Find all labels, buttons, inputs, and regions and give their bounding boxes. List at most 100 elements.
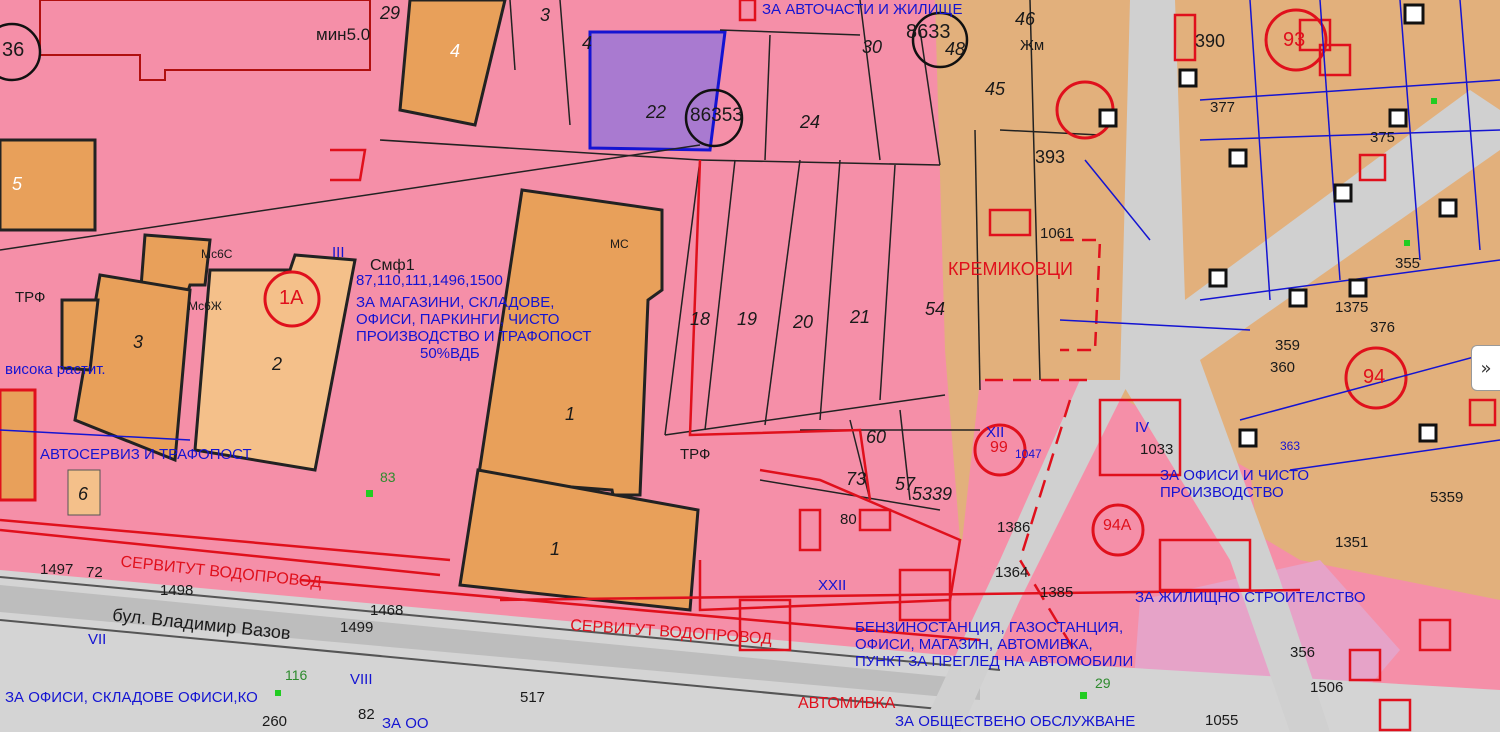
zone-label: 82: [358, 706, 375, 723]
zone-label: 1351: [1335, 534, 1369, 551]
district-label: КРЕМИКОВЦИ: [948, 259, 1073, 279]
zone-label: 29: [1095, 675, 1111, 691]
circle-label: 94: [1363, 366, 1386, 388]
zone-label: 1047: [1015, 447, 1042, 461]
plot-label: 4: [582, 33, 593, 53]
zone-label: 375: [1370, 129, 1396, 146]
zone-label: 360: [1270, 359, 1296, 376]
zone-label: висока растит.: [5, 361, 106, 378]
zone-label: МС: [610, 237, 629, 251]
zone-label: 260: [262, 713, 288, 730]
zone-label: 1061: [1040, 225, 1074, 242]
zone-label: 359: [1275, 337, 1301, 354]
zone-label: ЗА ОО: [382, 715, 429, 732]
zone-label: 50%ВДБ: [420, 345, 480, 362]
zone-label: АВТОМИВКА: [798, 695, 896, 712]
zone-label: 1033: [1140, 441, 1174, 458]
zone-label: VII: [88, 631, 107, 648]
zone-label: 377: [1210, 99, 1236, 116]
zone-label: ЗА АВТОЧАСТИ И ЖИЛИЩЕ: [762, 1, 963, 18]
plot-label: 5339: [912, 484, 953, 504]
zone-label: 94А: [1103, 517, 1132, 534]
zone-label: 87,110,111,1496,1500: [356, 272, 503, 289]
plot-label: 1385: [1040, 584, 1074, 601]
zone-label: 355: [1395, 255, 1421, 272]
building-1-south: [458, 468, 700, 612]
zone-label: Мс6С: [201, 247, 233, 261]
plot-label: 30: [862, 37, 883, 57]
circle-label: 1А: [279, 287, 304, 309]
zone-label: 72: [86, 564, 103, 581]
zone-label: ОФИСИ, ПАРКИНГИ, ЧИСТО: [356, 311, 560, 328]
plot-label: 1468: [370, 602, 404, 619]
plot-label: 60: [866, 427, 887, 447]
plot-label: 5: [12, 174, 23, 194]
zone-label: 363: [1280, 439, 1301, 453]
zone-label: 80: [840, 511, 857, 528]
zone-label: XXII: [818, 577, 847, 594]
zone-label: ЗА МАГАЗИНИ, СКЛАДОВЕ,: [356, 294, 555, 311]
plot-label: 21: [850, 307, 871, 327]
plot-label: 73: [846, 469, 867, 489]
building-number: 3: [133, 332, 144, 352]
plot-label: 517: [520, 689, 546, 706]
plot-label: 1499: [340, 619, 374, 636]
plot-label: 20: [793, 312, 814, 332]
cadastral-map[interactable]: 29 3 4 22 24 30 46 48 45 5 4 18 19 20 21…: [0, 0, 1500, 732]
zone-label: ТРФ: [15, 289, 46, 306]
zone-label: XII: [986, 424, 1005, 441]
plot-label: 116: [285, 667, 308, 683]
zone-label: ОФИСИ, МАГАЗИН, АВТОМИВКА,: [855, 636, 1093, 653]
zone-label: БЕНЗИНОСТАНЦИЯ, ГАЗОСТАНЦИЯ,: [855, 619, 1124, 636]
zone-label: мин5.0: [316, 25, 371, 44]
building-left-edge: [0, 388, 37, 502]
building-number: 2: [272, 354, 283, 374]
zone-label: 393: [1035, 147, 1066, 167]
plot-label: 29: [380, 3, 401, 23]
building-number: 6: [78, 484, 89, 504]
building-number: 1: [550, 539, 561, 559]
plot-label: 46: [1015, 9, 1036, 29]
zone-label: VIII: [350, 671, 373, 688]
zone-label: ЗА ОБЩЕСТВЕНО ОБСЛУЖВАНЕ: [895, 713, 1136, 730]
circle-label: 8633: [906, 21, 951, 43]
plot-label: 45: [985, 79, 1006, 99]
plot-label: 1055: [1205, 712, 1239, 729]
plot-label: 54: [925, 299, 946, 319]
zone-label: 5359: [1430, 489, 1464, 506]
zone-label: АВТОСЕРВИЗ И ТРАФОПОСТ: [40, 446, 252, 463]
zone-label: 1506: [1310, 679, 1344, 696]
plot-label: 1364: [995, 564, 1029, 581]
zone-label: ТРФ: [680, 446, 711, 463]
plot-label: 4: [450, 41, 461, 61]
zone-label: ПУНКТ ЗА ПРЕГЛЕД НА АВТОМОБИЛИ: [855, 653, 1134, 670]
zone-label: ПРОИЗВОДСТВО И ТРАФОПОСТ: [356, 328, 592, 345]
expand-panel-button[interactable]: »: [1471, 345, 1500, 391]
zone-label: 376: [1370, 319, 1396, 336]
circle-label: 86353: [690, 105, 743, 126]
plot-label: 19: [737, 309, 758, 329]
zone-label: 1375: [1335, 299, 1369, 316]
plot-label: 1497: [40, 561, 74, 578]
zone-label: 390: [1195, 31, 1226, 51]
plot-label: 1386: [997, 519, 1031, 536]
plot-label: 24: [800, 112, 821, 132]
zone-label: ЗА ОФИСИ, СКЛАДОВЕ ОФИСИ,КО: [5, 689, 258, 706]
building-side: [60, 298, 100, 372]
zone-label: Мс6Ж: [188, 299, 222, 313]
plot-label: 3: [540, 5, 551, 25]
plot-label: 22: [646, 102, 667, 122]
zone-label: Жм: [1020, 37, 1045, 54]
plot-label: 1498: [160, 582, 194, 599]
zone-label: ЗА ОФИСИ И ЧИСТО: [1160, 467, 1310, 484]
building-number: 1: [565, 404, 576, 424]
plot-label: 356: [1290, 644, 1316, 661]
zone-label: ПРОИЗВОДСТВО: [1160, 484, 1284, 501]
circle-label: 93: [1283, 29, 1306, 51]
building-4: [398, 0, 507, 127]
plot-label: 83: [380, 469, 396, 485]
zone-label: IV: [1135, 419, 1150, 436]
plot-label: 18: [690, 309, 711, 329]
zone-label: 99: [990, 439, 1008, 456]
zone-label: ЗА ЖИЛИЩНО СТРОИТЕЛСТВО: [1135, 589, 1366, 606]
